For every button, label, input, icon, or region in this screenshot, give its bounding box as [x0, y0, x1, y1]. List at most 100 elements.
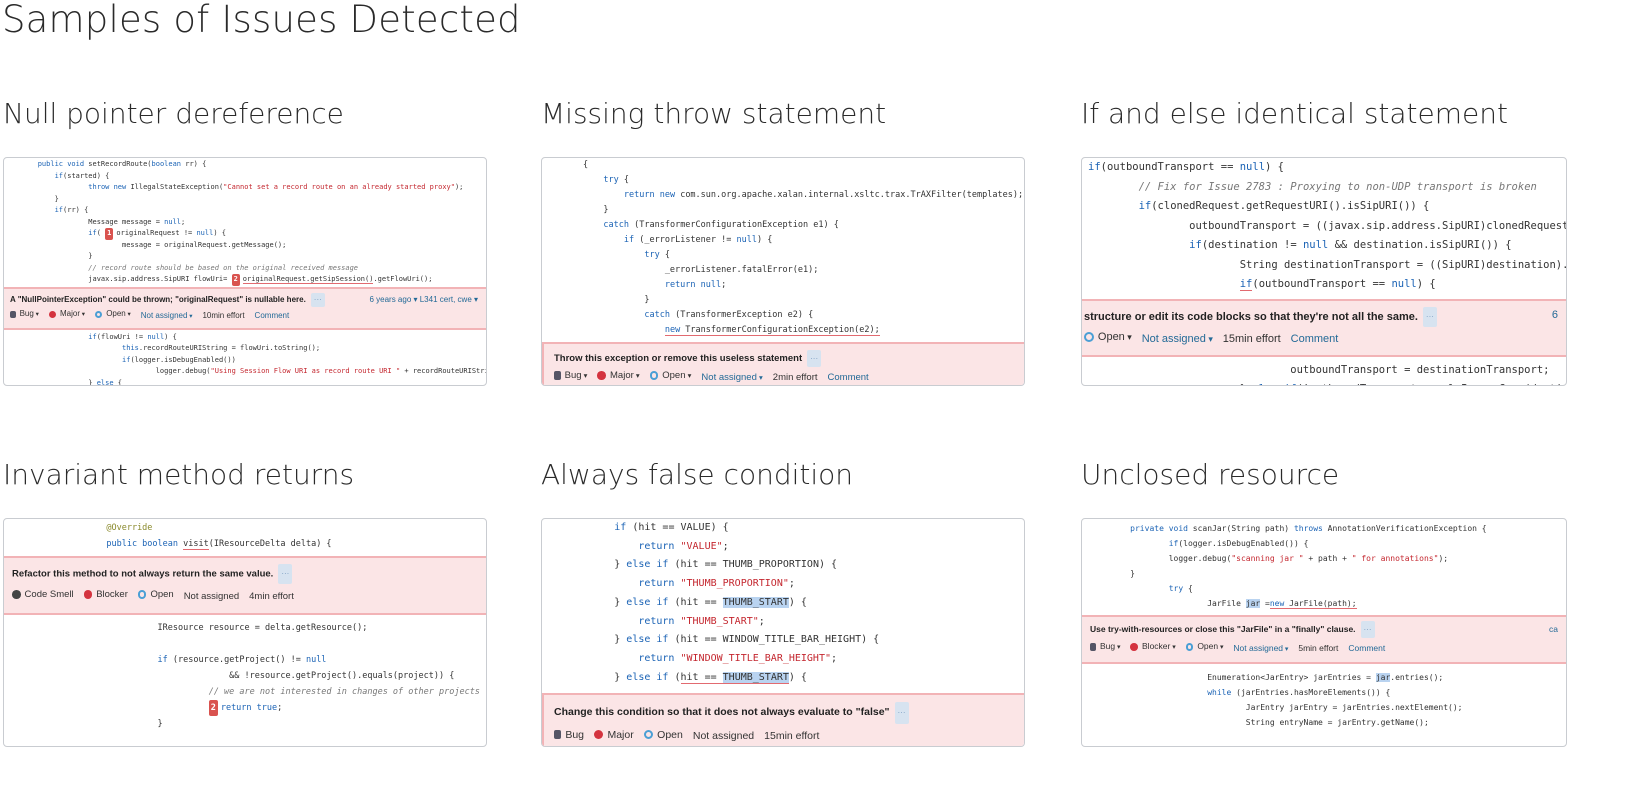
code-token: com.sun.org.apache.xalan.internal.xsltc.…: [675, 190, 1024, 200]
issue-meta-label: Major: [60, 307, 85, 322]
issue-message-row: Refactor this method to not always retur…: [12, 564, 478, 585]
code-token: }: [542, 205, 609, 215]
code-token: "scanning jar ": [1231, 554, 1304, 563]
code-line: String destinationTransport = ((SipURI)d…: [1088, 256, 1566, 276]
sample-screenshot-missing-throw: { try { return new com.sun.org.apache.xa…: [541, 157, 1025, 386]
issue-meta-label: 15min effort: [1222, 332, 1281, 345]
issue-meta-label: Not assigned: [692, 730, 755, 743]
code-line: Enumeration<JarEntry> jarEntries = jar.e…: [1082, 670, 1566, 685]
code-token: throw new: [88, 183, 127, 191]
issue-meta-label: Open: [106, 307, 131, 322]
bug-icon: [1090, 643, 1096, 652]
open-icon: [1084, 331, 1094, 342]
issue-meta-15min-effort: 15min effort: [764, 725, 820, 746]
issue-location-marker: 2: [208, 699, 218, 716]
major-icon: [594, 729, 604, 740]
issue-meta-open[interactable]: Open: [649, 367, 692, 384]
code-token: "Cannot set a record route on an already…: [223, 183, 455, 191]
issue-meta-not-assigned[interactable]: Not assigned: [1142, 329, 1213, 349]
code-block: Enumeration<JarEntry> jarEntries = jar.e…: [1082, 668, 1566, 746]
code-token: THUMB_START: [722, 596, 789, 608]
issue-meta-label: Not assigned: [1233, 640, 1288, 658]
issue-meta-not-assigned[interactable]: Not assigned: [1233, 640, 1288, 658]
issue-meta-open[interactable]: Open: [1084, 327, 1132, 347]
issue-location-marker: 1: [105, 228, 114, 240]
code-token: .entries();: [1390, 673, 1444, 683]
open-icon: [95, 310, 103, 318]
issue-meta-comment[interactable]: Comment: [1291, 329, 1339, 349]
code-token: return: [638, 540, 675, 552]
more-button[interactable]: ···: [1360, 621, 1375, 639]
issue-meta-not-assigned[interactable]: Not assigned: [701, 369, 762, 385]
code-token: );: [454, 183, 464, 191]
code-token: "THUMB_PROPORTION": [680, 578, 789, 590]
more-button[interactable]: ···: [894, 701, 909, 724]
code-token: (TransformerConfigurationException e1) {: [629, 220, 839, 230]
code-token: + path +: [1303, 554, 1352, 563]
issue-meta-bug[interactable]: Bug: [554, 367, 587, 384]
more-button[interactable]: ···: [807, 350, 822, 367]
code-token: JarEntry jarEntry = jarEntries.nextEleme…: [1082, 703, 1463, 713]
code-line: }: [4, 716, 486, 732]
issue-meta-major[interactable]: Major: [597, 367, 639, 384]
code-token: (logger.isDebugEnabled()) {: [1178, 539, 1309, 548]
code-line: String entryName = jarEntry.getName();: [1082, 715, 1566, 730]
issue-meta-right: 6 years ago ▾ L341 cert, cwe ▾: [369, 294, 478, 304]
issue-meta-right: ca: [1549, 624, 1558, 634]
issue-meta-label: Not assigned: [1142, 329, 1213, 349]
issue-meta-open: Open: [137, 585, 174, 605]
code-line: {: [542, 158, 1024, 173]
code-token: setRecordRoute(: [84, 160, 152, 168]
code-token: }: [542, 671, 627, 683]
code-token: boolean: [151, 160, 182, 168]
code-block: if (hit == VALUE) { return "VALUE"; } el…: [542, 519, 1024, 687]
code-line: public void setRecordRoute(boolean rr) {: [4, 159, 486, 171]
code-token: // record route should be based on the o…: [88, 263, 359, 272]
bug-icon: [10, 310, 16, 318]
code-token: "Using Session Flow URI as record route …: [210, 367, 401, 376]
issue-meta-label: 15min effort: [764, 730, 820, 743]
issue-meta-comment[interactable]: Comment: [1348, 640, 1385, 657]
issue-meta-not-assigned[interactable]: Not assigned: [141, 309, 193, 324]
code-token: try: [1168, 584, 1184, 593]
issue-meta-open[interactable]: Open: [1185, 638, 1224, 656]
issue-meta-label: Bug: [1100, 638, 1120, 656]
issue-meta-open[interactable]: Open: [95, 307, 131, 322]
more-button[interactable]: ···: [310, 292, 325, 307]
issue-meta-bug[interactable]: Bug: [10, 307, 39, 322]
more-button[interactable]: ···: [278, 564, 293, 584]
code-token: return new: [623, 190, 676, 200]
blocker-icon: [1130, 643, 1139, 652]
code-token: if: [1189, 239, 1202, 251]
code-line: _errorListener.fatalError(e1);: [542, 263, 1024, 278]
issue-meta-label: Not assigned: [701, 369, 762, 385]
issue-meta-label: Comment: [254, 310, 290, 320]
code-token: null: [305, 654, 327, 665]
issue-meta-comment[interactable]: Comment: [255, 309, 290, 323]
code-token: Enumeration<JarEntry> jarEntries =: [1082, 673, 1376, 683]
code-token: "VALUE": [680, 540, 723, 552]
issue-meta-bug[interactable]: Bug: [1090, 638, 1120, 656]
issue-meta-major[interactable]: Major: [48, 307, 85, 322]
code-line: JarFile jar =new JarFile(path);: [1082, 596, 1566, 611]
issue-meta-blocker[interactable]: Blocker: [1130, 638, 1175, 656]
issue-meta-2min-effort: 2min effort: [773, 369, 818, 385]
issue-panel: structure or edit its code blocks so tha…: [1082, 298, 1566, 357]
code-token: ) {: [788, 596, 807, 608]
issue-meta-comment[interactable]: Comment: [828, 369, 869, 385]
code-token: (!outboundTransport.equalsIgnoreCase(des…: [1297, 383, 1566, 385]
code-token: (_errorListener !=: [634, 235, 737, 245]
sample-screenshot-unclosed-resource: private void scanJar(String path) throws…: [1081, 518, 1567, 747]
more-button[interactable]: ···: [1422, 306, 1437, 327]
bug-icon: [554, 371, 561, 380]
code-token: scanJar(String path): [1187, 524, 1294, 533]
code-token: public void: [37, 160, 85, 168]
issue-message-row: structure or edit its code blocks so tha…: [1084, 306, 1566, 327]
code-token: outboundTransport = destinationTransport…: [1088, 363, 1550, 376]
